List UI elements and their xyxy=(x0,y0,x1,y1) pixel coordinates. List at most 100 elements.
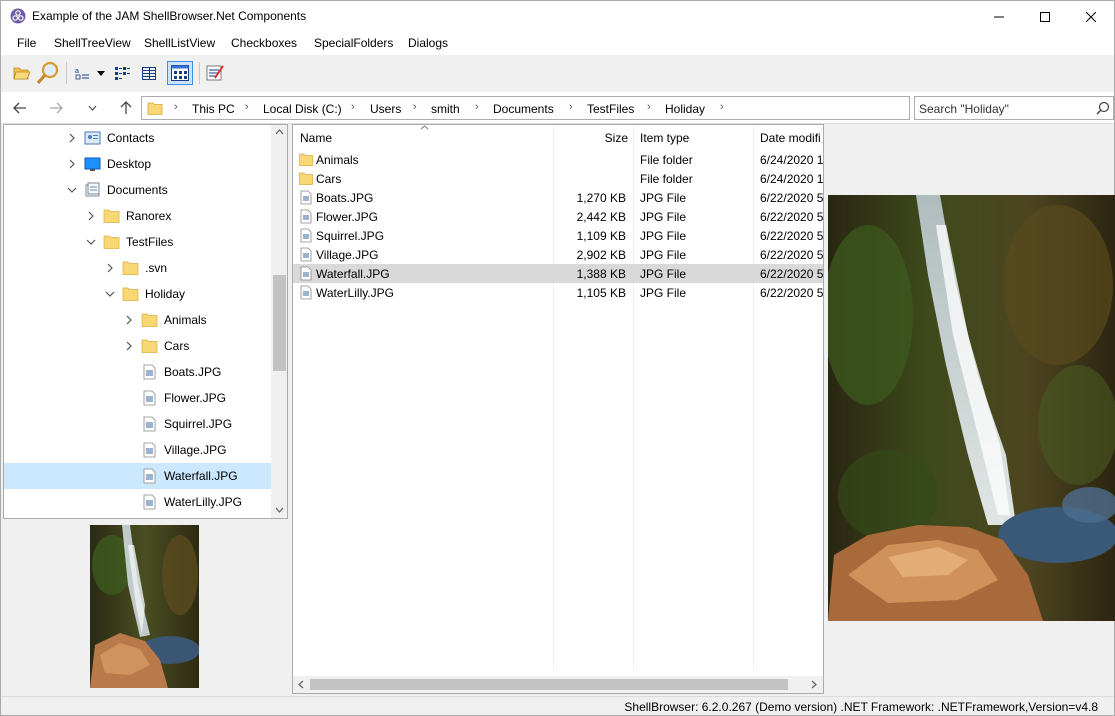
tree-node[interactable]: Village.JPG xyxy=(4,437,271,463)
open-folder-icon xyxy=(13,67,31,80)
list-row[interactable]: Flower.JPG 2,442 KB JPG File 6/22/2020 5 xyxy=(293,207,823,226)
menu-shelllistview[interactable]: ShellListView xyxy=(144,36,215,50)
list-cell-name: Cars xyxy=(316,172,342,186)
tree-node[interactable]: Contacts xyxy=(4,125,271,151)
scroll-up-icon[interactable] xyxy=(275,129,284,135)
image-file-icon xyxy=(300,266,312,281)
properties-button[interactable] xyxy=(204,61,226,85)
view-dropdown-button[interactable] xyxy=(95,61,107,85)
list-row[interactable]: WaterLilly.JPG 1,105 KB JPG File 6/22/2020 … xyxy=(293,283,823,302)
tree-node[interactable]: TestFiles xyxy=(4,229,271,255)
image-file-icon xyxy=(143,390,156,406)
tree-node[interactable]: Desktop xyxy=(4,151,271,177)
tree-node-label: Contacts xyxy=(107,131,155,145)
tree-node[interactable]: Ranorex xyxy=(4,203,271,229)
close-button[interactable] xyxy=(1068,1,1114,32)
breadcrumb-testfiles[interactable]: TestFiles xyxy=(587,102,634,116)
sort-ascending-icon xyxy=(420,125,429,130)
list-row[interactable]: Animals File folder 6/24/2020 1 xyxy=(293,150,823,169)
back-button[interactable] xyxy=(9,97,31,119)
list-scroll-thumb[interactable] xyxy=(310,679,788,690)
chevron-right-icon[interactable] xyxy=(104,262,116,274)
toolbar-separator xyxy=(66,62,67,84)
title-bar: Example of the JAM ShellBrowser.Net Comp… xyxy=(1,1,1114,32)
details-view-button[interactable] xyxy=(167,61,193,85)
list-row[interactable]: Cars File folder 6/24/2020 1 xyxy=(293,169,823,188)
tree-node[interactable]: Waterfall.JPG xyxy=(4,463,271,489)
column-header-name[interactable]: Name xyxy=(293,125,553,150)
breadcrumb-local-disk[interactable]: Local Disk (C:) xyxy=(263,102,342,116)
column-header-item-type[interactable]: Item type xyxy=(633,125,753,150)
list-row[interactable]: Village.JPG 2,902 KB JPG File 6/22/2020 5 xyxy=(293,245,823,264)
status-bar: ShellBrowser: 6.2.0.267 (Demo version) .… xyxy=(1,696,1114,715)
tree-node[interactable]: Cars xyxy=(4,333,271,359)
chevron-down-icon xyxy=(88,105,96,111)
folder-icon xyxy=(147,102,163,115)
column-header-date-modified[interactable]: Date modifi xyxy=(753,125,823,150)
menu-specialfolders[interactable]: SpecialFolders xyxy=(314,36,393,50)
desktop-icon xyxy=(84,157,101,171)
chevron-right-icon[interactable] xyxy=(123,340,135,352)
shell-list-view[interactable]: Name Size Item type Date modifi Animals F… xyxy=(292,124,824,694)
menu-shelltreeview[interactable]: ShellTreeView xyxy=(54,36,131,50)
list-cell-name: WaterLilly.JPG xyxy=(316,286,395,300)
chevron-right-icon[interactable] xyxy=(85,210,97,222)
breadcrumb-this-pc[interactable]: This PC xyxy=(192,102,235,116)
scroll-left-icon[interactable] xyxy=(298,680,304,689)
list-row[interactable]: Boats.JPG 1,270 KB JPG File 6/22/2020 5 xyxy=(293,188,823,207)
menu-file[interactable]: File xyxy=(17,36,36,50)
up-button[interactable] xyxy=(115,97,137,119)
tree-vertical-scrollbar[interactable] xyxy=(271,125,287,518)
search-button[interactable] xyxy=(35,61,61,85)
tree-node[interactable]: Animals xyxy=(4,307,271,333)
search-input[interactable]: Search "Holiday" xyxy=(914,96,1114,120)
list-cell-name: Animals xyxy=(316,153,359,167)
tree-node[interactable]: Squirrel.JPG xyxy=(4,411,271,437)
tree-node[interactable]: Documents xyxy=(4,177,271,203)
breadcrumb-documents[interactable]: Documents xyxy=(493,102,554,116)
tree-node[interactable]: Holiday xyxy=(4,281,271,307)
breadcrumb-users[interactable]: Users xyxy=(370,102,401,116)
address-bar[interactable]: › This PC › Local Disk (C:) › Users › sm… xyxy=(141,96,910,120)
forward-button[interactable] xyxy=(45,97,67,119)
chevron-right-icon[interactable] xyxy=(123,314,135,326)
tree-node[interactable]: Flower.JPG xyxy=(4,385,271,411)
menu-dialogs[interactable]: Dialogs xyxy=(408,36,448,50)
list-cell-date: 6/22/2020 5 xyxy=(760,210,824,224)
search-placeholder: Search "Holiday" xyxy=(919,102,1009,116)
image-file-icon xyxy=(300,190,312,205)
view-options-button[interactable]: a xyxy=(71,61,93,85)
open-folder-button[interactable] xyxy=(11,61,33,85)
minimize-button[interactable] xyxy=(976,1,1022,32)
chevron-right-icon[interactable] xyxy=(66,132,78,144)
list-row[interactable]: Squirrel.JPG 1,109 KB JPG File 6/22/2020 5 xyxy=(293,226,823,245)
tree-node[interactable]: Boats.JPG xyxy=(4,359,271,385)
chevron-down-icon[interactable] xyxy=(104,288,116,300)
breadcrumb-separator-icon: › xyxy=(720,101,724,113)
list-horizontal-scrollbar[interactable] xyxy=(293,676,823,693)
chevron-down-icon[interactable] xyxy=(85,236,97,248)
tree-node[interactable]: .svn xyxy=(4,255,271,281)
tree-node[interactable]: WaterLilly.JPG xyxy=(4,489,271,515)
recent-locations-button[interactable] xyxy=(81,97,103,119)
list-view-button[interactable] xyxy=(138,61,160,85)
column-header-size[interactable]: Size xyxy=(553,125,633,150)
maximize-button[interactable] xyxy=(1022,1,1068,32)
chevron-right-icon[interactable] xyxy=(66,158,78,170)
chevron-down-icon[interactable] xyxy=(66,184,78,196)
list-row[interactable]: Waterfall.JPG 1,388 KB JPG File 6/22/2020 5 xyxy=(293,264,823,283)
breadcrumb-holiday[interactable]: Holiday xyxy=(665,102,705,116)
shell-tree-view[interactable]: Contacts Desktop Documents Ranorex TestFiles… xyxy=(3,124,288,519)
scroll-right-icon[interactable] xyxy=(811,680,817,689)
breadcrumb-smith[interactable]: smith xyxy=(431,102,460,116)
menu-checkboxes[interactable]: Checkboxes xyxy=(231,36,297,50)
list-cell-date: 6/24/2020 1 xyxy=(760,172,824,186)
breadcrumb-separator-icon: › xyxy=(475,101,479,113)
scroll-down-icon[interactable] xyxy=(275,507,284,513)
tree-scroll-thumb[interactable] xyxy=(273,275,286,371)
tree-node-label: Cars xyxy=(164,339,190,353)
list-cell-size: 1,270 KB xyxy=(576,191,626,205)
thumbnail-pane xyxy=(3,521,288,696)
small-icons-view-button[interactable] xyxy=(111,61,133,85)
tree-node-label: WaterLilly.JPG xyxy=(164,495,243,509)
